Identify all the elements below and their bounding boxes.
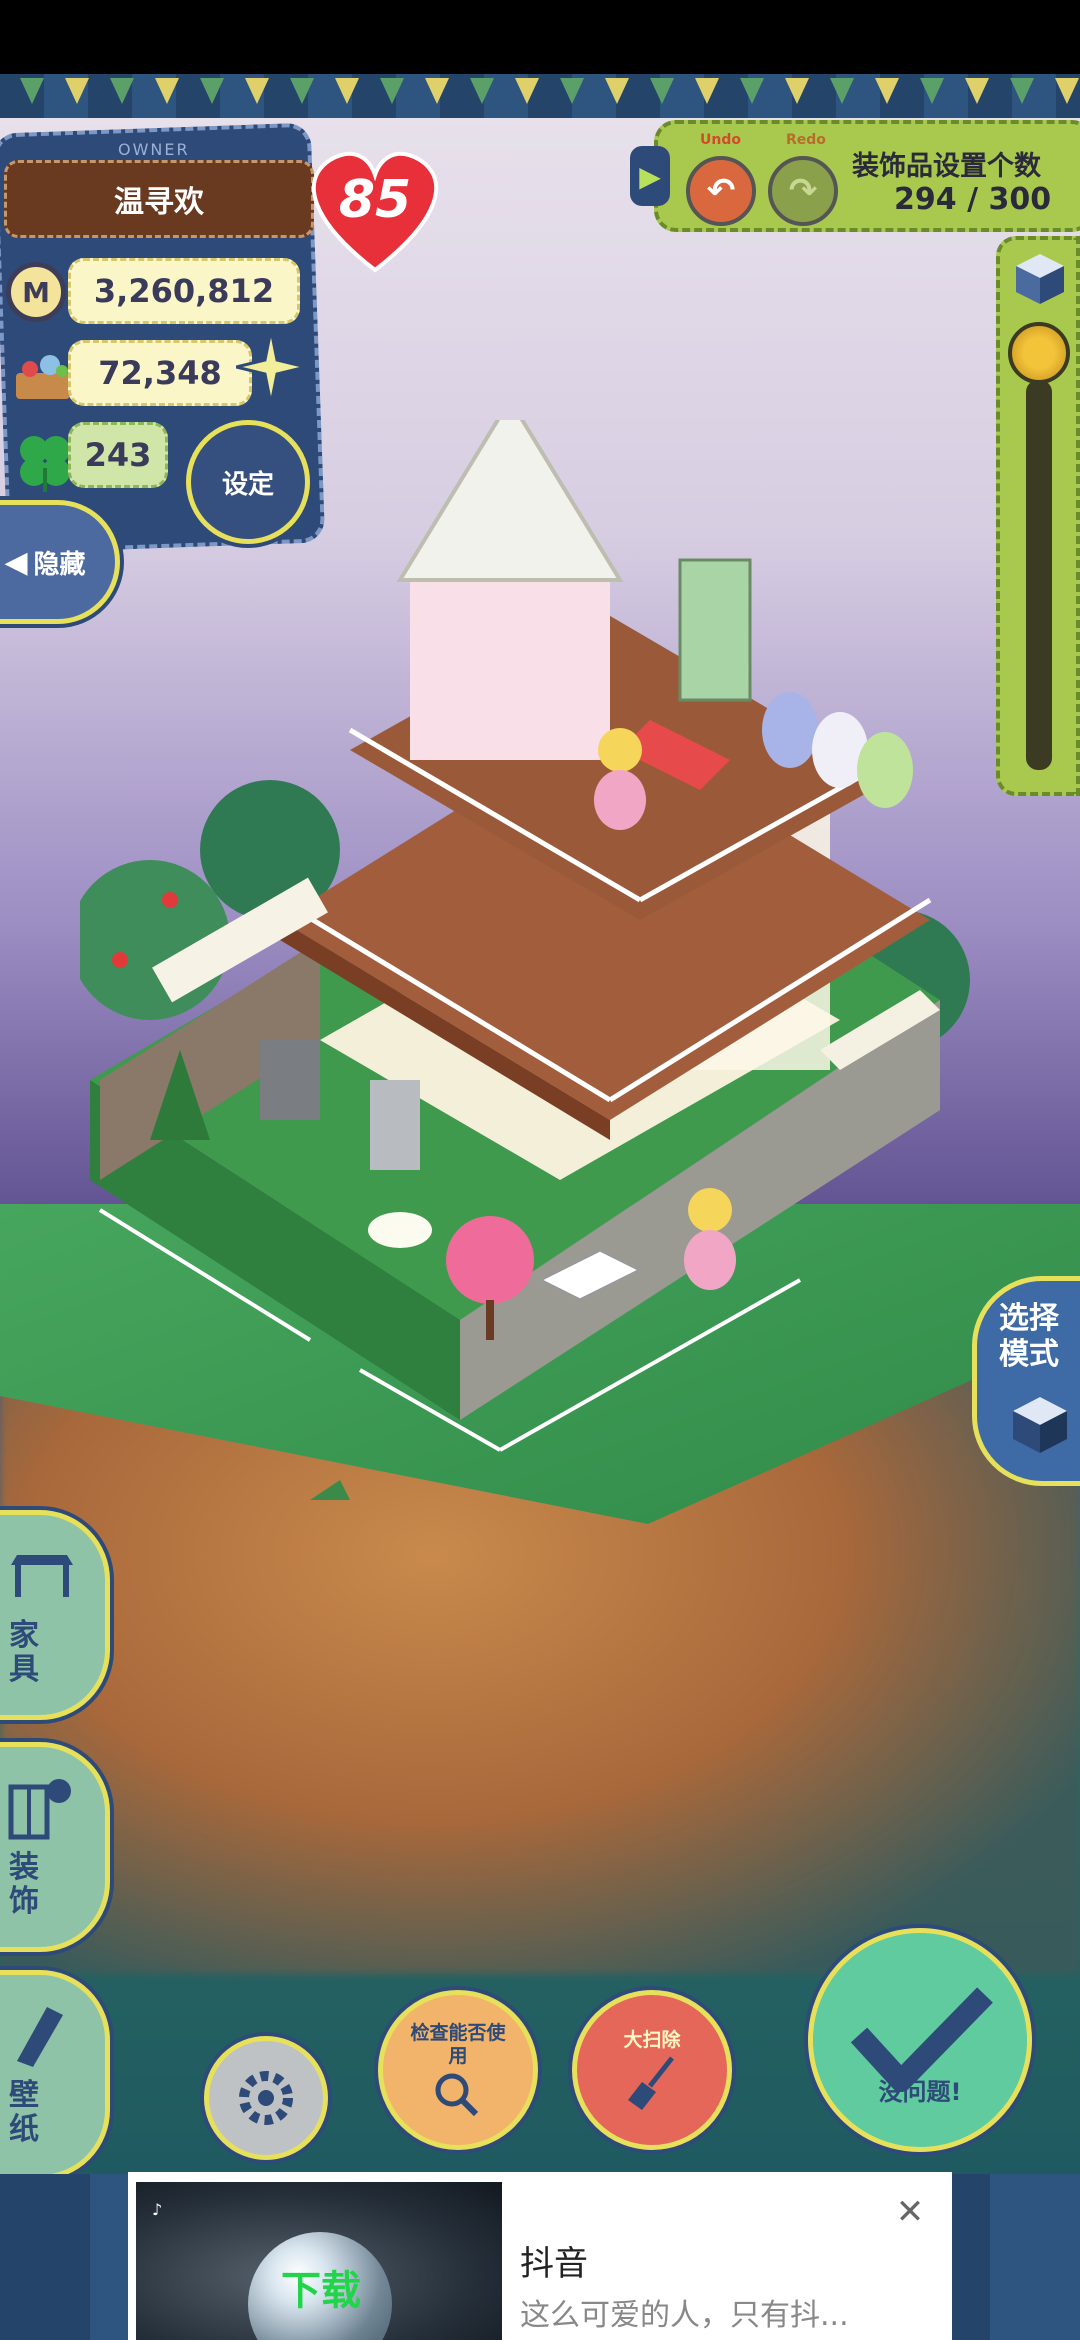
- hide-label: 隐藏: [33, 549, 86, 580]
- redo-button[interactable]: ↷: [768, 156, 838, 226]
- status-bar: [0, 0, 1080, 74]
- top-bunting: [0, 74, 1080, 118]
- expand-toggle[interactable]: ▶: [630, 146, 670, 206]
- close-icon[interactable]: ✕: [890, 2192, 930, 2232]
- undo-icon: ↶: [706, 171, 736, 211]
- settings-button[interactable]: 设定: [186, 420, 310, 544]
- ad-description[interactable]: 这么可爱的人，只有抖...: [520, 2290, 940, 2334]
- broom-icon: [628, 2055, 674, 2110]
- select-mode-button[interactable]: 选择模式: [972, 1276, 1080, 1486]
- stove[interactable]: [260, 1040, 320, 1120]
- zoom-rail[interactable]: [1026, 380, 1052, 770]
- cube-icon: [1016, 254, 1064, 304]
- food-count: 72,348: [68, 340, 252, 406]
- undo-label: Undo: [700, 132, 741, 148]
- decor-label: 装饰: [9, 1850, 39, 1919]
- decor-count-value: 294 / 300: [894, 182, 1052, 217]
- check-usable-label: 检查能否使用: [410, 2022, 506, 2067]
- coin-count: 3,260,812: [68, 258, 300, 324]
- level-value: 85: [338, 170, 412, 230]
- ad-title[interactable]: 抖音: [520, 2236, 588, 2285]
- stair-roof: [396, 420, 624, 582]
- cube-icon: [1013, 1397, 1067, 1453]
- easter-egg[interactable]: [857, 732, 913, 808]
- furniture-button[interactable]: 家具: [0, 1510, 110, 1720]
- gear-icon: [239, 2071, 293, 2125]
- redo-icon: ↷: [788, 171, 818, 211]
- hide-button[interactable]: ◀ 隐藏: [0, 500, 120, 624]
- house-illustration[interactable]: [80, 420, 1020, 1500]
- furniture-label: 家具: [9, 1618, 39, 1687]
- panel-icon: [17, 2007, 63, 2067]
- fridge[interactable]: [370, 1080, 420, 1170]
- magnifier-icon: [435, 2073, 479, 2117]
- bookshelf[interactable]: [678, 558, 752, 702]
- tool-settings-button[interactable]: [204, 2036, 328, 2160]
- confirm-button[interactable]: 没问题!: [808, 1928, 1032, 2152]
- character[interactable]: [598, 728, 642, 772]
- table-icon: [11, 1555, 73, 1597]
- decor-count-title: 装饰品设置个数: [852, 151, 1041, 182]
- clean-up-button[interactable]: 大扫除: [572, 1990, 732, 2150]
- wallpaper-button[interactable]: 壁纸: [0, 1970, 110, 2180]
- easter-egg[interactable]: [762, 692, 818, 768]
- cherry-tree[interactable]: [446, 1216, 534, 1304]
- undo-button[interactable]: ↶: [686, 156, 756, 226]
- window-icon: [8, 1779, 71, 1840]
- wallpaper-label: 壁纸: [9, 2078, 39, 2147]
- ad-banner[interactable]: ♪ 下载 抖音 这么可爱的人，只有抖... ✕: [128, 2172, 952, 2340]
- tiktok-icon: ♪: [152, 2200, 163, 2219]
- select-mode-label: 选择模式: [999, 1301, 1059, 1372]
- zoom-knob-icon[interactable]: [1008, 322, 1070, 384]
- rug[interactable]: [368, 1212, 432, 1248]
- confirm-label: 没问题!: [878, 2078, 962, 2106]
- clean-up-label: 大扫除: [623, 2028, 681, 2051]
- owner-name[interactable]: 温寻欢: [4, 160, 314, 238]
- character[interactable]: [688, 1188, 732, 1232]
- owner-tag: OWNER: [118, 140, 190, 159]
- arrow-left-icon: ◀: [4, 544, 28, 580]
- clover-count: 243: [68, 422, 168, 488]
- check-usable-button[interactable]: 检查能否使用: [378, 1990, 538, 2150]
- tower-room: [410, 580, 610, 760]
- decor-button[interactable]: 装饰: [0, 1742, 110, 1952]
- coin-icon: M: [6, 262, 66, 322]
- sparkle-icon: [236, 330, 306, 404]
- green-sign[interactable]: [280, 1480, 360, 1500]
- level-badge: 85: [300, 140, 450, 280]
- redo-label: Redo: [786, 132, 826, 148]
- basket-icon: [16, 355, 70, 399]
- ad-download-button[interactable]: 下载: [266, 2258, 376, 2316]
